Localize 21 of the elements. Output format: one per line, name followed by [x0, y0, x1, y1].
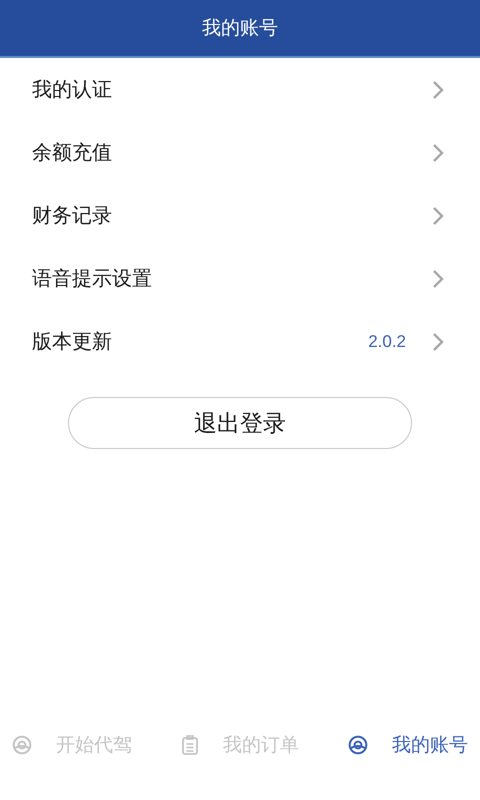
menu-label: 版本更新: [32, 328, 113, 355]
chevron-icon: [432, 80, 444, 100]
menu-label: 余额充值: [32, 139, 113, 166]
chevron-icon: [432, 332, 444, 352]
logout-button[interactable]: 退出登录: [68, 397, 412, 449]
menu-label: 我的认证: [32, 76, 113, 103]
menu-label: 财务记录: [32, 202, 113, 229]
menu-item[interactable]: 余额充值: [0, 121, 480, 184]
menu-item[interactable]: 版本更新 2.0.2: [0, 310, 480, 373]
steering-wheel-icon[interactable]: [348, 735, 368, 755]
chevron-icon: [432, 142, 444, 162]
page-title: 我的账号: [202, 16, 278, 41]
chevron-icon: [432, 268, 444, 288]
menu-item[interactable]: 语音提示设置: [0, 247, 480, 310]
menu-item[interactable]: 我的认证: [0, 58, 480, 121]
menu-item[interactable]: 财务记录: [0, 184, 480, 247]
menu-label: 语音提示设置: [32, 265, 153, 292]
clipboard-icon[interactable]: [181, 735, 199, 755]
tab-label[interactable]: 我的账号: [392, 732, 468, 758]
chevron-icon: [432, 206, 444, 226]
version-text: 2.0.2: [368, 332, 406, 352]
